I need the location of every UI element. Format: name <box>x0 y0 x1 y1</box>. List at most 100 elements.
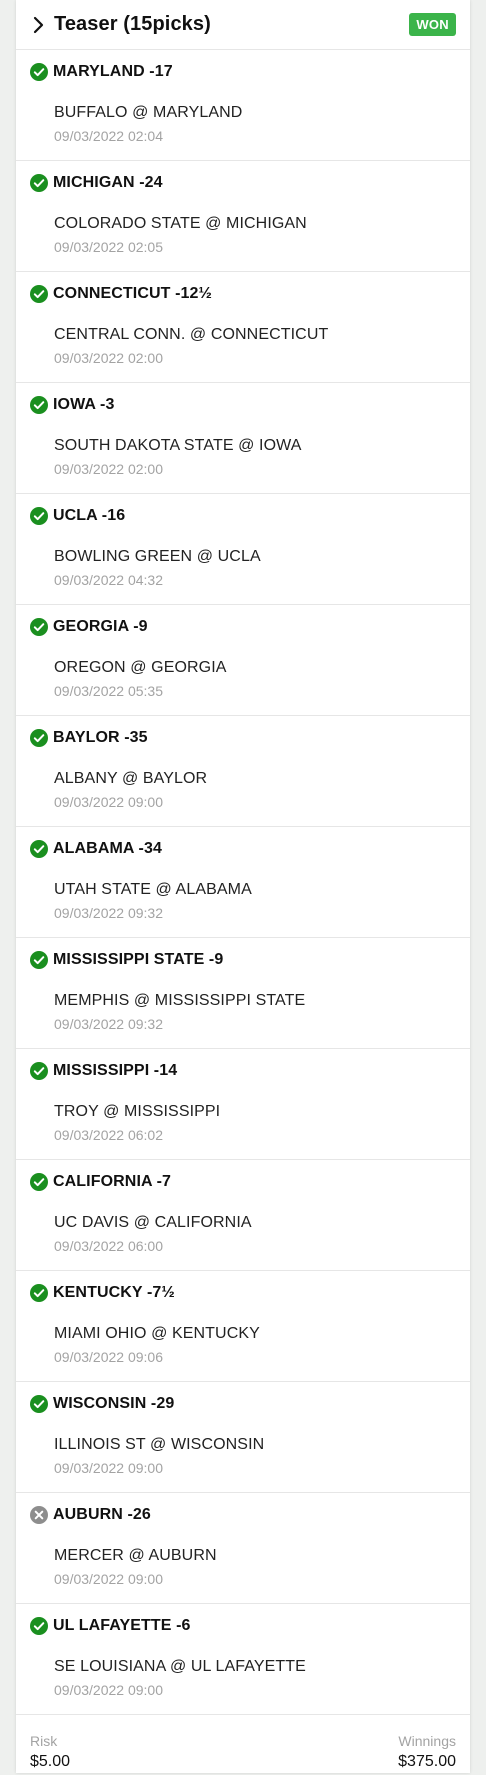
check-circle-icon <box>30 507 48 525</box>
pick-matchup: MERCER @ AUBURN <box>54 1547 217 1564</box>
x-circle-icon <box>30 1506 48 1524</box>
check-circle-icon <box>30 63 48 81</box>
pick-datetime: 09/03/2022 09:32 <box>54 905 163 921</box>
pick-row: KENTUCKY -7½ MIAMI OHIO @ KENTUCKY 09/03/2… <box>16 1271 470 1382</box>
check-circle-icon <box>30 729 48 747</box>
pick-team-line: AUBURN -26 <box>53 1506 151 1523</box>
winnings-value: $375.00 <box>398 1753 456 1770</box>
bet-header[interactable]: Teaser (15picks) WON <box>16 0 470 50</box>
pick-matchup: UC DAVIS @ CALIFORNIA <box>54 1214 252 1231</box>
check-circle-icon <box>30 951 48 969</box>
pick-team-line: MICHIGAN -24 <box>53 174 163 191</box>
pick-team-line: MISSISSIPPI STATE -9 <box>53 951 224 968</box>
check-circle-icon <box>30 1617 48 1635</box>
bet-card: Teaser (15picks) WON MARYLAND -17 BUFFALO… <box>16 0 470 1773</box>
pick-selection: MICHIGAN -24 <box>30 174 163 192</box>
pick-selection: IOWA -3 <box>30 396 114 414</box>
check-circle-icon <box>30 396 48 414</box>
pick-team-line: BAYLOR -35 <box>53 729 148 746</box>
pick-datetime: 09/03/2022 02:00 <box>54 461 163 477</box>
pick-row: BAYLOR -35 ALBANY @ BAYLOR 09/03/2022 09:0… <box>16 716 470 827</box>
pick-team-line: KENTUCKY -7½ <box>53 1284 175 1301</box>
pick-datetime: 09/03/2022 09:00 <box>54 794 163 810</box>
pick-row: CALIFORNIA -7 UC DAVIS @ CALIFORNIA 09/03/… <box>16 1160 470 1271</box>
winnings-label: Winnings <box>398 1733 456 1749</box>
pick-datetime: 09/03/2022 02:00 <box>54 350 163 366</box>
pick-datetime: 09/03/2022 09:00 <box>54 1571 163 1587</box>
pick-team-line: UCLA -16 <box>53 507 126 524</box>
pick-selection: GEORGIA -9 <box>30 618 148 636</box>
pick-team-line: IOWA -3 <box>53 396 115 413</box>
pick-selection: CALIFORNIA -7 <box>30 1173 171 1191</box>
pick-row: AUBURN -26 MERCER @ AUBURN 09/03/2022 09:0… <box>16 1493 470 1604</box>
check-circle-icon <box>30 174 48 192</box>
pick-datetime: 09/03/2022 09:00 <box>54 1682 163 1698</box>
check-circle-icon <box>30 1284 48 1302</box>
pick-selection: MISSISSIPPI -14 <box>30 1062 177 1080</box>
pick-matchup: ALBANY @ BAYLOR <box>54 770 208 787</box>
check-circle-icon <box>30 1062 48 1080</box>
pick-team-line: WISCONSIN -29 <box>53 1395 175 1412</box>
pick-row: MISSISSIPPI -14 TROY @ MISSISSIPPI 09/03/2… <box>16 1049 470 1160</box>
pick-selection: UL LAFAYETTE -6 <box>30 1617 191 1635</box>
pick-matchup: OREGON @ GEORGIA <box>54 659 227 676</box>
pick-team-line: CALIFORNIA -7 <box>53 1173 172 1190</box>
pick-team-line: MARYLAND -17 <box>53 63 173 80</box>
pick-datetime: 09/03/2022 06:00 <box>54 1238 163 1254</box>
pick-selection: AUBURN -26 <box>30 1506 151 1524</box>
chevron-right-icon[interactable] <box>30 16 48 34</box>
pick-row: MISSISSIPPI STATE -9 MEMPHIS @ MISSISSIPP… <box>16 938 470 1049</box>
pick-datetime: 09/03/2022 06:02 <box>54 1127 163 1143</box>
bet-title: Teaser (15picks) <box>54 13 211 35</box>
pick-datetime: 09/03/2022 09:00 <box>54 1460 163 1476</box>
check-circle-icon <box>30 618 48 636</box>
pick-datetime: 09/03/2022 02:04 <box>54 128 163 144</box>
risk-label: Risk <box>30 1733 58 1749</box>
pick-row: WISCONSIN -29 ILLINOIS ST @ WISCONSIN 09/0… <box>16 1382 470 1493</box>
pick-row: CONNECTICUT -12½ CENTRAL CONN. @ CONNECTI… <box>16 272 470 383</box>
pick-matchup: ILLINOIS ST @ WISCONSIN <box>54 1436 265 1453</box>
pick-row: GEORGIA -9 OREGON @ GEORGIA 09/03/2022 05:… <box>16 605 470 716</box>
pick-selection: MISSISSIPPI STATE -9 <box>30 951 223 969</box>
status-badge: WON <box>409 13 456 36</box>
pick-matchup: MIAMI OHIO @ KENTUCKY <box>54 1325 260 1342</box>
check-circle-icon <box>30 840 48 858</box>
pick-row: MICHIGAN -24 COLORADO STATE @ MICHIGAN 09/… <box>16 161 470 272</box>
picks-list: MARYLAND -17 BUFFALO @ MARYLAND 09/03/2022… <box>16 50 470 1715</box>
pick-matchup: SE LOUISIANA @ UL LAFAYETTE <box>54 1658 306 1675</box>
pick-selection: CONNECTICUT -12½ <box>30 285 212 303</box>
check-circle-icon <box>30 285 48 303</box>
pick-selection: BAYLOR -35 <box>30 729 148 747</box>
pick-team-line: CONNECTICUT -12½ <box>53 285 212 302</box>
pick-matchup: SOUTH DAKOTA STATE @ IOWA <box>54 437 302 454</box>
pick-team-line: UL LAFAYETTE -6 <box>53 1617 191 1634</box>
pick-matchup: MEMPHIS @ MISSISSIPPI STATE <box>54 992 306 1009</box>
pick-datetime: 09/03/2022 09:06 <box>54 1349 163 1365</box>
pick-team-line: ALABAMA -34 <box>53 840 162 857</box>
pick-selection: KENTUCKY -7½ <box>30 1284 175 1302</box>
pick-matchup: TROY @ MISSISSIPPI <box>54 1103 221 1120</box>
check-circle-icon <box>30 1173 48 1191</box>
pick-selection: MARYLAND -17 <box>30 63 173 81</box>
pick-selection: UCLA -16 <box>30 507 125 525</box>
pick-matchup: COLORADO STATE @ MICHIGAN <box>54 215 307 232</box>
winnings-block: Winnings $375.00 <box>398 1733 456 1771</box>
pick-row: IOWA -3 SOUTH DAKOTA STATE @ IOWA 09/03/20… <box>16 383 470 494</box>
pick-team-line: GEORGIA -9 <box>53 618 148 635</box>
pick-datetime: 09/03/2022 09:32 <box>54 1016 163 1032</box>
pick-datetime: 09/03/2022 04:32 <box>54 572 163 588</box>
pick-row: UCLA -16 BOWLING GREEN @ UCLA 09/03/2022 0… <box>16 494 470 605</box>
pick-selection: WISCONSIN -29 <box>30 1395 174 1413</box>
pick-datetime: 09/03/2022 02:05 <box>54 239 163 255</box>
pick-matchup: BUFFALO @ MARYLAND <box>54 104 243 121</box>
pick-datetime: 09/03/2022 05:35 <box>54 683 163 699</box>
risk-block: Risk $5.00 <box>30 1733 70 1771</box>
bet-footer: Risk $5.00 Winnings $375.00 <box>16 1715 470 1775</box>
check-circle-icon <box>30 1395 48 1413</box>
pick-row: ALABAMA -34 UTAH STATE @ ALABAMA 09/03/202… <box>16 827 470 938</box>
pick-row: MARYLAND -17 BUFFALO @ MARYLAND 09/03/2022… <box>16 50 470 161</box>
pick-matchup: CENTRAL CONN. @ CONNECTICUT <box>54 326 329 343</box>
pick-selection: ALABAMA -34 <box>30 840 162 858</box>
pick-matchup: BOWLING GREEN @ UCLA <box>54 548 261 565</box>
risk-value: $5.00 <box>30 1753 71 1770</box>
